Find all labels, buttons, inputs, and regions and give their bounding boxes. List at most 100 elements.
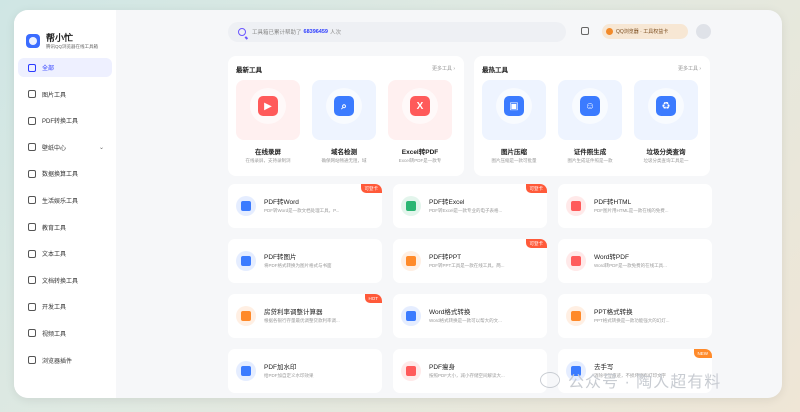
sidebar-item-life[interactable]: 生活娱乐工具 [18, 191, 112, 210]
tile-name: 域名检测 [331, 149, 357, 156]
tool-desc: PDF转Excel是一款专业的电子表格... [429, 208, 503, 213]
tool-tile[interactable]: ♻ 垃圾分类查询 垃圾分类查询工具是一 [634, 80, 698, 168]
tool-desc: PDF转Word是一款文档处理工具，P... [264, 208, 340, 213]
sidebar-item-all[interactable]: 全部 [18, 58, 112, 77]
sidebar-item-text[interactable]: 文本工具 [18, 244, 112, 263]
hot-tools-panel: 最热工具 更多工具 › ▣ 图片压缩 图片压缩是一款可批量 ☺ 证件照生成 图片生成证件照… [474, 56, 710, 176]
tool-icon: ☺ [580, 96, 600, 116]
sidebar-item-video[interactable]: 视频工具 [18, 324, 112, 343]
sidebar-item-plugins[interactable]: 浏览器插件 [18, 351, 112, 370]
sidebar-item-document[interactable]: 文档转换工具 [18, 271, 112, 290]
tool-name: PDF加水印 [264, 364, 297, 371]
sidebar-item-label: 文本工具 [42, 252, 67, 259]
tool-desc: Word格式转换是一款可以帮大的文... [429, 318, 502, 323]
sidebar-item-label: 教育工具 [42, 225, 67, 232]
sidebar-item-label: 文档转换工具 [42, 278, 79, 285]
tool-card[interactable]: PPT格式转换 PPT格式转换是一款功能强大的幻灯... [558, 294, 712, 338]
sidebar-item-label: 开发工具 [42, 305, 67, 312]
video-icon [28, 329, 36, 338]
brand-title: 帮小忙 [46, 32, 74, 43]
tool-icon: ♻ [656, 96, 676, 116]
sidebar-nav: 全部 图片工具 PDF转换工具 壁纸中心 ⌄ 数据换算工具 生活娱乐工具 教育工具… [14, 58, 116, 370]
tool-name: PDF转PPT [429, 254, 462, 261]
tile-desc: 图片压缩是一款可批量 [491, 158, 537, 163]
sidebar: 帮小忙 腾讯QQ浏览器在线工具箱 全部 图片工具 PDF转换工具 壁纸中心 ⌄ 数… [14, 10, 116, 398]
sidebar-item-label: 全部 [42, 66, 55, 72]
tool-card[interactable]: Word格式转换 Word格式转换是一款可以帮大的文... [393, 294, 547, 338]
tile-name: Excel转PDF [401, 149, 439, 156]
tool-badge: NEW [693, 349, 712, 358]
sidebar-item-image-tools[interactable]: 图片工具 [18, 85, 112, 104]
sidebar-item-label: 壁纸中心 [42, 145, 67, 152]
brand[interactable]: 帮小忙 腾讯QQ浏览器在线工具箱 [14, 10, 116, 56]
tool-icon [401, 196, 421, 216]
tile-card: ♻ [634, 80, 698, 140]
tool-icon: ▶ [258, 96, 278, 116]
tile-desc: 确保网站畅通无阻，域 [321, 158, 367, 163]
panel-title: 最新工具 [236, 67, 262, 74]
tool-name: PDF转HTML [594, 199, 632, 206]
latest-tools-panel: 最新工具 更多工具 › ▶ 在线录屏 在线录屏，支持录制浏 ⌕ 域名检测确保网站畅通无阻… [228, 56, 464, 176]
watermark-text: 公众号 · 陶人超有料 [568, 374, 722, 391]
sidebar-item-education[interactable]: 教育工具 [18, 218, 112, 237]
tool-name: Word格式转换 [429, 309, 471, 316]
text-icon [28, 249, 36, 258]
plugin-icon [28, 356, 36, 365]
search-suffix: 人次 [330, 30, 342, 36]
sidebar-item-label: 数据换算工具 [42, 172, 79, 179]
sidebar-item-pdf-tools[interactable]: PDF转换工具 [18, 111, 112, 130]
tool-tile[interactable]: ▣ 图片压缩 图片压缩是一款可批量 [482, 80, 546, 168]
avatar[interactable] [696, 24, 711, 39]
calculator-icon [28, 169, 36, 178]
tool-icon: ⌕ [334, 96, 354, 116]
more-tools-link[interactable]: 更多工具 › [678, 65, 701, 72]
grid-icon [28, 63, 36, 72]
wallpaper-icon [28, 143, 36, 152]
sidebar-item-label: PDF转换工具 [42, 119, 79, 126]
tool-card[interactable]: PDF转图片 将PDF格式转换为图片格式与书面 [228, 239, 382, 283]
tool-card[interactable]: PDF瘦身 按照PDF大小，减小存储空间解读大... [393, 349, 547, 393]
tool-tile[interactable]: ⌕ 域名检测确保网站畅通无阻，域 [312, 80, 376, 168]
tile-name: 垃圾分类查询 [646, 149, 686, 156]
image-icon [28, 90, 36, 99]
tile-card: X [388, 80, 452, 140]
tool-icon [566, 196, 586, 216]
search-prefix: 工具箱已累计帮助了 [252, 30, 302, 36]
export-icon[interactable] [581, 27, 589, 35]
tile-desc: 图片生成证件照是一款 [567, 158, 613, 163]
topbar: 工具箱已累计帮助了 68396459 人次 QQ浏览器 · 工具权益卡 [116, 10, 782, 52]
sidebar-item-wallpaper[interactable]: 壁纸中心 ⌄ [18, 138, 112, 157]
tool-card[interactable]: 房贷利率调整计算器 根据各银行存量最优调整贷款利率调... HOT [228, 294, 382, 338]
tool-tile[interactable]: X Excel转PDF Excel转PDF是一款专 [388, 80, 452, 168]
qq-benefit-button[interactable]: QQ浏览器 · 工具权益卡 [602, 24, 688, 39]
tool-name: PDF瘦身 [429, 364, 455, 371]
sidebar-item-dev[interactable]: 开发工具 [18, 297, 112, 316]
document-icon [28, 276, 36, 285]
tile-card: ☺ [558, 80, 622, 140]
more-tools-link[interactable]: 更多工具 › [432, 65, 455, 72]
tile-card: ▶ [236, 80, 300, 140]
tool-card[interactable]: PDF加水印 给PDF加自定义水印效果 [228, 349, 382, 393]
tool-card[interactable]: PDF转Excel PDF转Excel是一款专业的电子表格... 可登卡 [393, 184, 547, 228]
tool-tile[interactable]: ☺ 证件照生成 图片生成证件照是一款 [558, 80, 622, 168]
tool-desc: Word转PDF是一款免费的在线工具... [594, 263, 667, 268]
life-icon [28, 196, 36, 205]
tool-card[interactable]: PDF转PPT PDF转PPT工具是一款在线工具。两... 可登卡 [393, 239, 547, 283]
tool-card[interactable]: Word转PDF Word转PDF是一款免费的在线工具... [558, 239, 712, 283]
tool-icon [236, 361, 256, 381]
tool-name: PPT格式转换 [594, 309, 633, 316]
sidebar-item-label: 图片工具 [42, 92, 67, 99]
tool-icon [401, 361, 421, 381]
tool-icon [566, 306, 586, 326]
tool-name: PDF转Word [264, 199, 299, 206]
tool-card[interactable]: PDF转HTML PDF图片用HTML是一款在线的免费... [558, 184, 712, 228]
tile-card: ▣ [482, 80, 546, 140]
tool-name: Word转PDF [594, 254, 629, 261]
tool-icon [401, 306, 421, 326]
tool-card[interactable]: PDF转Word PDF转Word是一款文档处理工具，P... 可登卡 [228, 184, 382, 228]
search-input[interactable]: 工具箱已累计帮助了 68396459 人次 [228, 22, 566, 42]
sidebar-item-data-convert[interactable]: 数据换算工具 [18, 164, 112, 183]
pdf-icon [28, 116, 36, 125]
tool-badge: HOT [364, 294, 382, 303]
tool-tile[interactable]: ▶ 在线录屏 在线录屏，支持录制浏 [236, 80, 300, 168]
